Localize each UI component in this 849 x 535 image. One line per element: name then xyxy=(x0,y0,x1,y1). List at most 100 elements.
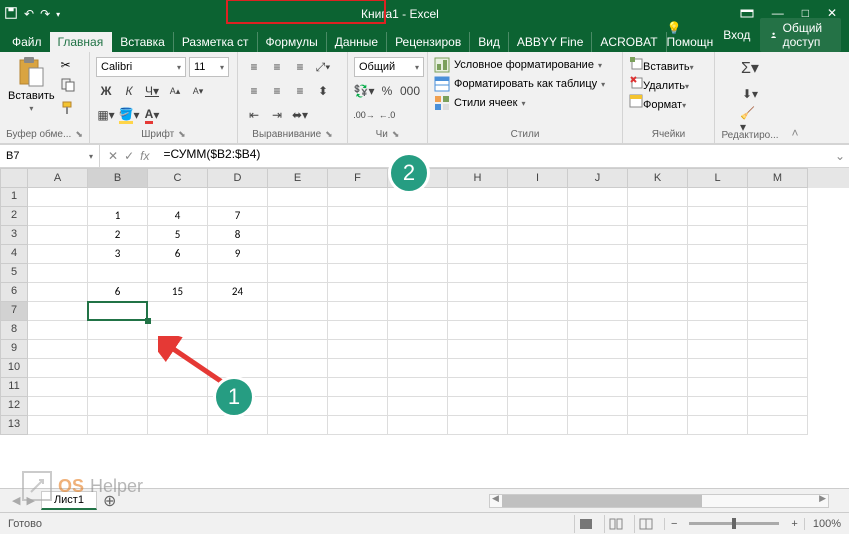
align-center-icon[interactable]: ≡ xyxy=(267,81,287,101)
tab-formulas[interactable]: Формулы xyxy=(258,32,327,52)
merge-button[interactable]: ⬌▾ xyxy=(290,105,310,125)
signin-button[interactable]: Вход xyxy=(723,28,750,42)
row-header[interactable]: 1 xyxy=(0,188,28,207)
percent-icon[interactable]: % xyxy=(377,81,397,101)
row-header[interactable]: 11 xyxy=(0,378,28,397)
zoom-slider[interactable] xyxy=(689,522,779,525)
increase-decimal-icon[interactable]: .00→ xyxy=(354,105,374,125)
cells-insert-button[interactable]: Вставить▾ xyxy=(629,56,694,73)
save-icon[interactable] xyxy=(4,6,18,23)
font-launcher[interactable]: ⬊ xyxy=(178,129,186,140)
border-button[interactable]: ▦▾ xyxy=(96,105,116,125)
copy-icon[interactable] xyxy=(61,78,75,95)
cell-styles-button[interactable]: Стили ячеек▾ xyxy=(434,95,605,111)
view-page-break-icon[interactable] xyxy=(634,515,658,533)
tab-insert[interactable]: Вставка xyxy=(112,32,174,52)
col-header[interactable]: B xyxy=(88,168,148,188)
col-header[interactable]: F xyxy=(328,168,388,188)
paste-button[interactable]: Вставить ▾ xyxy=(6,54,57,128)
col-header[interactable]: M xyxy=(748,168,808,188)
cells-format-button[interactable]: Формат▾ xyxy=(629,94,694,111)
share-button[interactable]: Общий доступ xyxy=(760,18,841,52)
col-header[interactable]: D xyxy=(208,168,268,188)
wrap-text-icon[interactable]: ⬍ xyxy=(313,81,333,101)
col-header[interactable]: E xyxy=(268,168,328,188)
number-format-combo[interactable]: Общий▾ xyxy=(354,57,424,77)
formula-bar[interactable]: =СУММ($B2:$B4) xyxy=(157,145,831,167)
row-header[interactable]: 7 xyxy=(0,302,28,321)
decrease-font-icon[interactable]: A▾ xyxy=(188,81,208,101)
autosum-icon[interactable]: Σ▾ xyxy=(740,58,760,78)
align-left-icon[interactable]: ≡ xyxy=(244,81,264,101)
fill-button[interactable]: ⬇▾ xyxy=(740,84,760,104)
conditional-formatting-button[interactable]: Условное форматирование▾ xyxy=(434,57,605,73)
tab-layout[interactable]: Разметка ст xyxy=(174,32,258,52)
tab-file[interactable]: Файл xyxy=(4,32,50,52)
bold-button[interactable]: Ж xyxy=(96,81,116,101)
col-header[interactable]: J xyxy=(568,168,628,188)
view-page-layout-icon[interactable] xyxy=(604,515,628,533)
font-color-button[interactable]: A▾ xyxy=(142,105,162,125)
redo-icon[interactable]: ↷ xyxy=(40,7,50,21)
cut-icon[interactable]: ✂ xyxy=(61,58,75,72)
col-header[interactable]: I xyxy=(508,168,568,188)
col-header[interactable]: H xyxy=(448,168,508,188)
orientation-icon[interactable]: ⤢▾ xyxy=(313,57,333,77)
cancel-formula-icon[interactable]: ✕ xyxy=(108,149,118,163)
fill-handle[interactable] xyxy=(145,318,151,324)
zoom-in-button[interactable]: + xyxy=(791,518,797,530)
select-all-corner[interactable] xyxy=(0,168,28,188)
sheet-nav-prev-icon[interactable]: ◀ xyxy=(12,494,20,507)
comma-icon[interactable]: 000 xyxy=(400,81,420,101)
tab-data[interactable]: Данные xyxy=(327,32,387,52)
col-header[interactable]: C xyxy=(148,168,208,188)
number-launcher[interactable]: ⬊ xyxy=(392,129,400,140)
row-header[interactable]: 13 xyxy=(0,416,28,435)
row-header[interactable]: 12 xyxy=(0,397,28,416)
decrease-decimal-icon[interactable]: ←.0 xyxy=(377,105,397,125)
zoom-out-button[interactable]: − xyxy=(664,518,677,530)
undo-icon[interactable]: ↶ xyxy=(24,7,34,21)
tab-review[interactable]: Рецензиров xyxy=(387,32,470,52)
horizontal-scrollbar[interactable]: ◀ ▶ xyxy=(489,494,829,508)
font-name-combo[interactable]: Calibri▾ xyxy=(96,57,186,77)
decrease-indent-icon[interactable]: ⇤ xyxy=(244,105,264,125)
font-size-combo[interactable]: 11▾ xyxy=(189,57,229,77)
col-header[interactable]: L xyxy=(688,168,748,188)
clear-button[interactable]: 🧹▾ xyxy=(740,110,760,130)
row-header[interactable]: 5 xyxy=(0,264,28,283)
italic-button[interactable]: К xyxy=(119,81,139,101)
enter-formula-icon[interactable]: ✓ xyxy=(124,149,134,163)
collapse-ribbon-icon[interactable]: ˄ xyxy=(785,52,805,143)
format-as-table-button[interactable]: Форматировать как таблицу▾ xyxy=(434,76,605,92)
tab-view[interactable]: Вид xyxy=(470,32,509,52)
align-right-icon[interactable]: ≡ xyxy=(290,81,310,101)
cells-delete-button[interactable]: Удалить▾ xyxy=(629,75,694,92)
align-middle-icon[interactable]: ≡ xyxy=(267,57,287,77)
align-bottom-icon[interactable]: ≡ xyxy=(290,57,310,77)
fx-button[interactable]: fx xyxy=(140,149,149,163)
row-header[interactable]: 6 xyxy=(0,283,28,302)
col-header[interactable]: A xyxy=(28,168,88,188)
cell-grid[interactable]: 147 258 369 61524 6 xyxy=(28,188,849,488)
align-top-icon[interactable]: ≡ xyxy=(244,57,264,77)
increase-font-icon[interactable]: A▴ xyxy=(165,81,185,101)
expand-formula-bar-icon[interactable]: ⌄ xyxy=(831,145,849,167)
row-header[interactable]: 3 xyxy=(0,226,28,245)
row-header[interactable]: 2 xyxy=(0,207,28,226)
row-header[interactable]: 9 xyxy=(0,340,28,359)
alignment-launcher[interactable]: ⬊ xyxy=(325,129,333,140)
row-header[interactable]: 4 xyxy=(0,245,28,264)
col-header[interactable]: K xyxy=(628,168,688,188)
tab-abbyy[interactable]: ABBYY Fine xyxy=(509,32,592,52)
tab-acrobat[interactable]: ACROBAT xyxy=(592,32,666,52)
increase-indent-icon[interactable]: ⇥ xyxy=(267,105,287,125)
name-box[interactable]: B7▾ xyxy=(0,145,100,167)
currency-icon[interactable]: 💱▾ xyxy=(354,81,374,101)
underline-button[interactable]: Ч▾ xyxy=(142,81,162,101)
clipboard-launcher[interactable]: ⬊ xyxy=(75,129,83,140)
help-button[interactable]: 💡 Помощн xyxy=(667,21,714,49)
tab-home[interactable]: Главная xyxy=(50,32,113,52)
zoom-level[interactable]: 100% xyxy=(804,518,841,530)
row-header[interactable]: 10 xyxy=(0,359,28,378)
